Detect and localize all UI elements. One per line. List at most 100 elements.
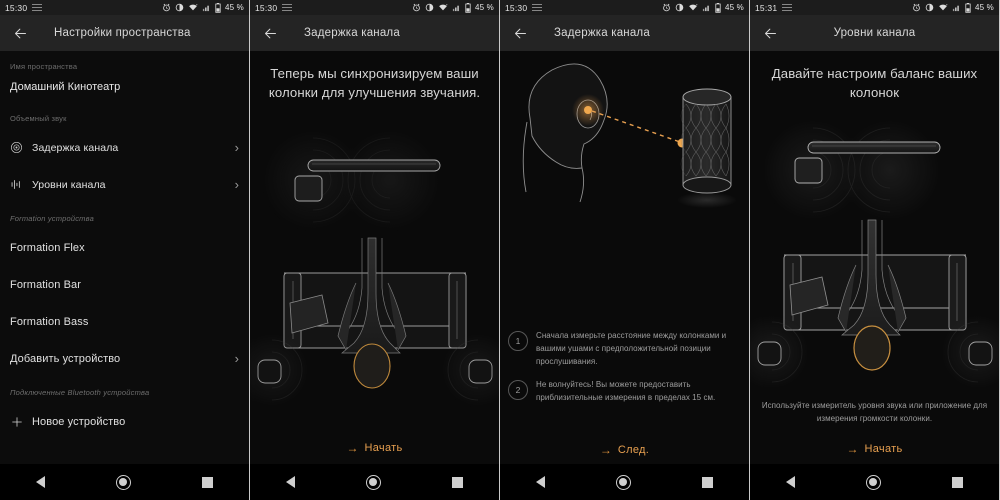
status-icons: 45 % xyxy=(912,2,994,13)
next-button[interactable]: → След. xyxy=(500,444,749,456)
panel-space-settings: 15:30 45 % Настройки пространства Имя пр… xyxy=(0,0,250,500)
space-name-value: Домашний Кинотеатр xyxy=(10,81,121,93)
speaker-shape xyxy=(680,88,732,194)
section-label-bluetooth-devices: Подключенные Bluetooth устройства xyxy=(10,388,150,397)
keyboard-icon xyxy=(32,4,43,11)
step-number: 1 xyxy=(508,331,528,351)
app-bar: Задержка канала xyxy=(500,15,749,51)
chevron-right-icon: › xyxy=(234,177,239,192)
battery-percent: 45 % xyxy=(974,3,994,12)
center-speaker-shape xyxy=(294,175,323,202)
wifi-icon xyxy=(689,4,698,11)
list-item-channel-delay[interactable]: Задержка канала › xyxy=(0,129,249,166)
alarm-icon xyxy=(913,3,920,12)
wifi-icon xyxy=(439,4,448,11)
nav-home-icon[interactable] xyxy=(865,474,881,490)
signal-bars-icon xyxy=(702,5,709,12)
nav-back-icon[interactable] xyxy=(285,476,295,488)
nav-bar xyxy=(250,464,499,500)
panel-channel-levels-intro: 15:31 45 % Уровни канала Давайте настрои… xyxy=(750,0,1000,500)
do-not-disturb-icon xyxy=(425,3,434,12)
nav-home-icon[interactable] xyxy=(365,474,381,490)
settings-list: Имя пространства Домашний Кинотеатр Объе… xyxy=(0,51,249,500)
page-title: Задержка канала xyxy=(304,27,400,39)
arrow-left-icon xyxy=(264,28,276,38)
start-button-label: Начать xyxy=(364,442,403,454)
listener-head-shape xyxy=(353,343,391,389)
status-bar: 15:31 45 % xyxy=(750,0,999,15)
person-shape xyxy=(337,237,407,389)
list-item-channel-levels[interactable]: Уровни канала › xyxy=(0,166,249,203)
soundbar-shape xyxy=(307,159,441,172)
wifi-icon xyxy=(189,4,198,11)
battery-percent: 45 % xyxy=(474,3,494,12)
app-bar: Настройки пространства xyxy=(0,15,249,51)
back-button[interactable] xyxy=(510,23,530,43)
arrow-left-icon xyxy=(514,28,526,38)
do-not-disturb-icon xyxy=(925,3,934,12)
status-icons: 45 % xyxy=(662,2,744,13)
nav-back-icon[interactable] xyxy=(35,476,45,488)
page-title: Уровни канала xyxy=(833,27,916,39)
nav-back-icon[interactable] xyxy=(785,476,795,488)
step-item: 2 Не волнуйтесь! Вы можете предоставить … xyxy=(500,379,749,405)
arrow-right-icon: → xyxy=(846,442,859,456)
start-button-label: Начать xyxy=(864,443,903,455)
person-shape xyxy=(837,219,907,371)
back-button[interactable] xyxy=(260,23,280,43)
back-button[interactable] xyxy=(10,23,30,43)
chevron-right-icon: › xyxy=(234,140,239,155)
nav-recent-icon[interactable] xyxy=(952,476,964,488)
nav-home-icon[interactable] xyxy=(615,474,631,490)
list-item-formation-flex[interactable]: Formation Flex xyxy=(0,229,249,266)
space-name-value-row[interactable]: Домашний Кинотеатр xyxy=(0,77,249,103)
arrow-right-icon: → xyxy=(599,443,612,457)
status-bar: 15:30 45 % xyxy=(250,0,499,15)
list-item-label: Уровни канала xyxy=(32,178,106,191)
status-time: 15:30 xyxy=(505,2,528,13)
measure-note: Используйте измеритель уровня звука или … xyxy=(761,401,988,423)
listener-head-shape xyxy=(853,325,891,371)
section-label-surround: Объемный звук xyxy=(10,114,67,123)
list-item-label: Formation Flex xyxy=(10,241,85,254)
nav-bar xyxy=(500,464,749,500)
alarm-icon xyxy=(663,3,670,12)
rear-speaker-right-shape xyxy=(468,359,493,384)
nav-recent-icon[interactable] xyxy=(702,476,714,488)
panel-channel-delay-intro: 15:30 45 % Задержка канала Теперь мы син… xyxy=(250,0,500,500)
nav-bar xyxy=(750,464,999,500)
rear-speaker-right-shape xyxy=(968,341,993,366)
intro-heading: Теперь мы синхронизируем ваши колонки дл… xyxy=(268,66,481,100)
instruction-steps: 1 Сначала измерьте расстояние между коло… xyxy=(500,330,749,415)
back-button[interactable] xyxy=(760,23,780,43)
nav-recent-icon[interactable] xyxy=(452,476,464,488)
start-button[interactable]: → Начать xyxy=(750,443,999,455)
start-button[interactable]: → Начать xyxy=(250,442,499,454)
alarm-icon xyxy=(163,3,170,12)
do-not-disturb-icon xyxy=(175,3,184,12)
list-item-formation-bass[interactable]: Formation Bass xyxy=(0,303,249,340)
list-item-formation-bar[interactable]: Formation Bar xyxy=(0,266,249,303)
nav-home-icon[interactable] xyxy=(115,474,131,490)
room-illustration xyxy=(250,128,499,408)
plus-icon xyxy=(10,415,32,429)
section-label-space-name: Имя пространства xyxy=(10,62,78,71)
status-icons: 45 % xyxy=(162,2,244,13)
list-item-add-device[interactable]: Добавить устройство › xyxy=(0,340,249,377)
status-time: 15:30 xyxy=(255,2,278,13)
speaker-shadow xyxy=(677,192,737,208)
nav-back-icon[interactable] xyxy=(535,476,545,488)
room-illustration xyxy=(750,118,999,390)
status-bar: 15:30 45 % xyxy=(500,0,749,15)
app-bar: Уровни канала xyxy=(750,15,999,51)
list-item-new-device[interactable]: Новое устройство xyxy=(0,403,249,440)
list-item-label: Новое устройство xyxy=(32,415,126,428)
arrow-left-icon xyxy=(14,28,26,38)
intro-heading: Давайте настроим баланс ваших колонок xyxy=(771,66,978,100)
nav-recent-icon[interactable] xyxy=(202,476,214,488)
head-speaker-illustration xyxy=(522,63,737,208)
status-time: 15:31 xyxy=(755,2,778,13)
soundbar-shape xyxy=(807,141,941,154)
step-item: 1 Сначала измерьте расстояние между коло… xyxy=(500,330,749,369)
arrow-left-icon xyxy=(764,28,776,38)
